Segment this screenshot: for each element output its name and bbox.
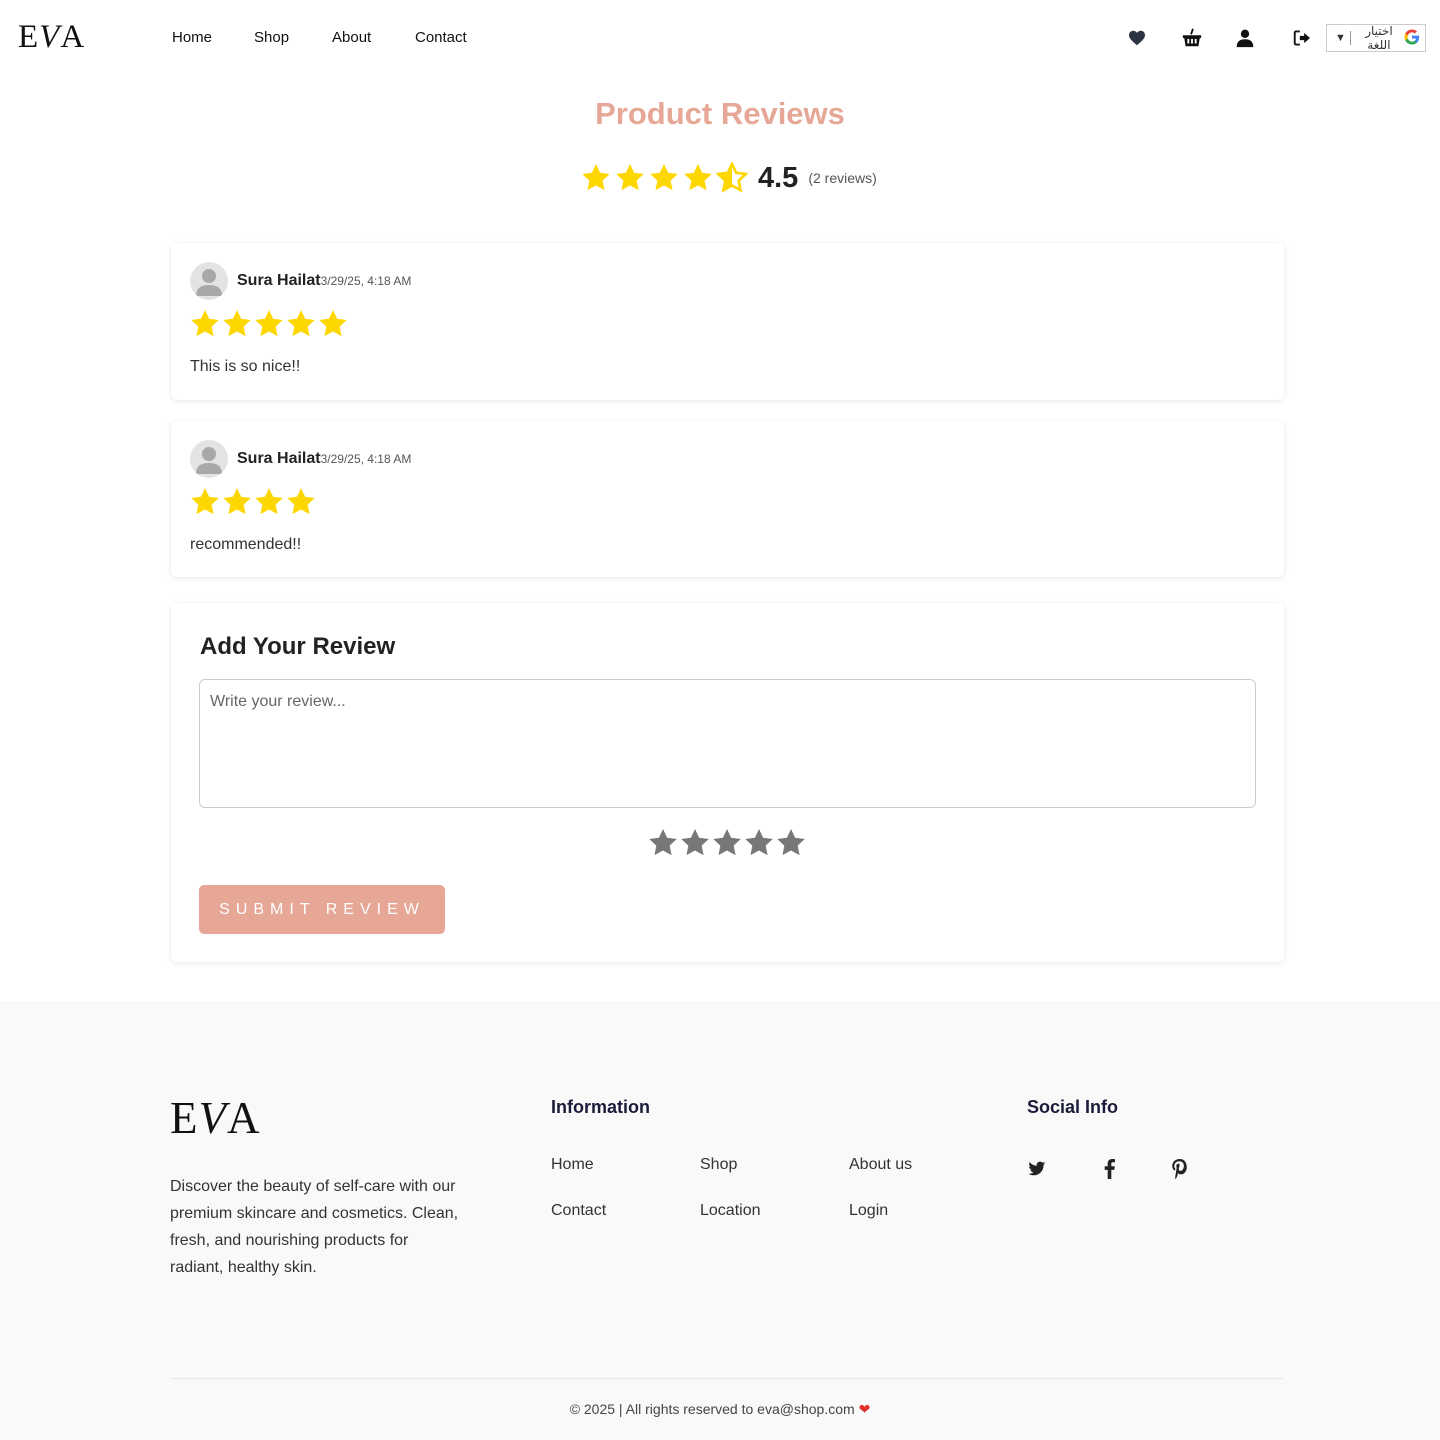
review-text: This is so nice!! <box>190 358 301 375</box>
review-author: Sura Hailat3/29/25, 4:18 AM <box>237 450 411 468</box>
average-rating: 4.5 <box>758 161 799 194</box>
language-selector[interactable]: ▼ اختيار اللغة <box>1326 24 1426 52</box>
submit-review-button[interactable]: SUBMIT REVIEW <box>199 885 445 934</box>
rating-star-icon[interactable] <box>743 827 775 859</box>
add-review-title: Add Your Review <box>200 633 396 660</box>
facebook-icon[interactable] <box>1098 1158 1120 1180</box>
information-heading: Information <box>551 1097 650 1117</box>
review-card: Sura Hailat3/29/25, 4:18 AM This is so n… <box>171 243 1284 400</box>
review-text: recommended!! <box>190 536 302 553</box>
copyright-text: © 2025 | All rights reserved to eva@shop… <box>569 1401 855 1417</box>
avatar <box>190 440 228 478</box>
copyright: © 2025 | All rights reserved to eva@shop… <box>0 1401 1440 1418</box>
star-icon <box>189 486 221 518</box>
author-name: Sura Hailat <box>237 450 321 467</box>
average-stars <box>580 160 749 194</box>
star-icon <box>285 486 317 518</box>
nav-home-link[interactable]: Home <box>172 28 212 48</box>
star-icon <box>580 162 612 194</box>
star-icon <box>189 308 221 340</box>
basket-icon[interactable] <box>1180 26 1204 50</box>
footer-logo[interactable]: EVA <box>170 1095 261 1141</box>
rating-star-icon[interactable] <box>679 827 711 859</box>
nav-shop-link[interactable]: Shop <box>254 28 289 48</box>
footer-link-shop[interactable]: Shop <box>700 1156 737 1174</box>
rating-input[interactable] <box>647 827 807 859</box>
heart-icon: ❤ <box>858 1401 871 1417</box>
rating-summary: 4.5 (2 reviews) <box>580 158 877 198</box>
review-stars <box>189 308 349 340</box>
site-header: EVA Home Shop About Contact ▼ اختيار الل… <box>0 0 1440 76</box>
star-icon <box>648 162 680 194</box>
star-icon <box>253 486 285 518</box>
pinterest-icon[interactable] <box>1168 1158 1190 1180</box>
star-icon <box>221 308 253 340</box>
review-textarea[interactable] <box>199 679 1256 808</box>
star-icon <box>253 308 285 340</box>
heart-icon[interactable] <box>1125 26 1149 50</box>
avatar <box>190 262 228 300</box>
nav-contact-link[interactable]: Contact <box>415 28 467 48</box>
review-card: Sura Hailat3/29/25, 4:18 AM recommended!… <box>171 421 1284 577</box>
footer-link-login[interactable]: Login <box>849 1202 888 1220</box>
page-title: Product Reviews <box>595 96 845 131</box>
site-footer: EVA Discover the beauty of self-care wit… <box>0 1001 1440 1440</box>
chevron-down-icon: ▼ <box>1335 32 1346 44</box>
footer-description: Discover the beauty of self-care with ou… <box>170 1178 459 1276</box>
nav-about-link[interactable]: About <box>332 28 371 48</box>
footer-link-home[interactable]: Home <box>551 1156 594 1174</box>
logout-icon[interactable] <box>1290 26 1314 50</box>
rating-star-icon[interactable] <box>775 827 807 859</box>
footer-divider <box>170 1378 1283 1379</box>
add-review-card: Add Your Review SUBMIT REVIEW <box>171 603 1284 962</box>
review-date: 3/29/25, 4:18 AM <box>320 274 412 288</box>
star-icon <box>682 162 714 194</box>
author-name: Sura Hailat <box>237 272 321 289</box>
twitter-icon[interactable] <box>1026 1158 1048 1180</box>
review-author: Sura Hailat3/29/25, 4:18 AM <box>237 272 411 290</box>
star-icon <box>614 162 646 194</box>
language-label: اختيار اللغة <box>1365 24 1393 52</box>
review-count: (2 reviews) <box>808 170 877 186</box>
rating-star-icon[interactable] <box>711 827 743 859</box>
footer-link-about[interactable]: About us <box>849 1156 912 1174</box>
star-icon <box>715 160 749 194</box>
footer-link-location[interactable]: Location <box>700 1202 761 1220</box>
star-icon <box>317 308 349 340</box>
review-date: 3/29/25, 4:18 AM <box>320 452 412 466</box>
divider <box>1349 31 1351 45</box>
review-stars <box>189 486 317 518</box>
footer-link-contact[interactable]: Contact <box>551 1202 606 1220</box>
google-icon <box>1403 28 1421 49</box>
site-logo[interactable]: EVA <box>18 20 85 54</box>
rating-star-icon[interactable] <box>647 827 679 859</box>
star-icon <box>221 486 253 518</box>
user-icon[interactable] <box>1233 26 1257 50</box>
social-heading: Social Info <box>1027 1097 1119 1117</box>
star-icon <box>285 308 317 340</box>
